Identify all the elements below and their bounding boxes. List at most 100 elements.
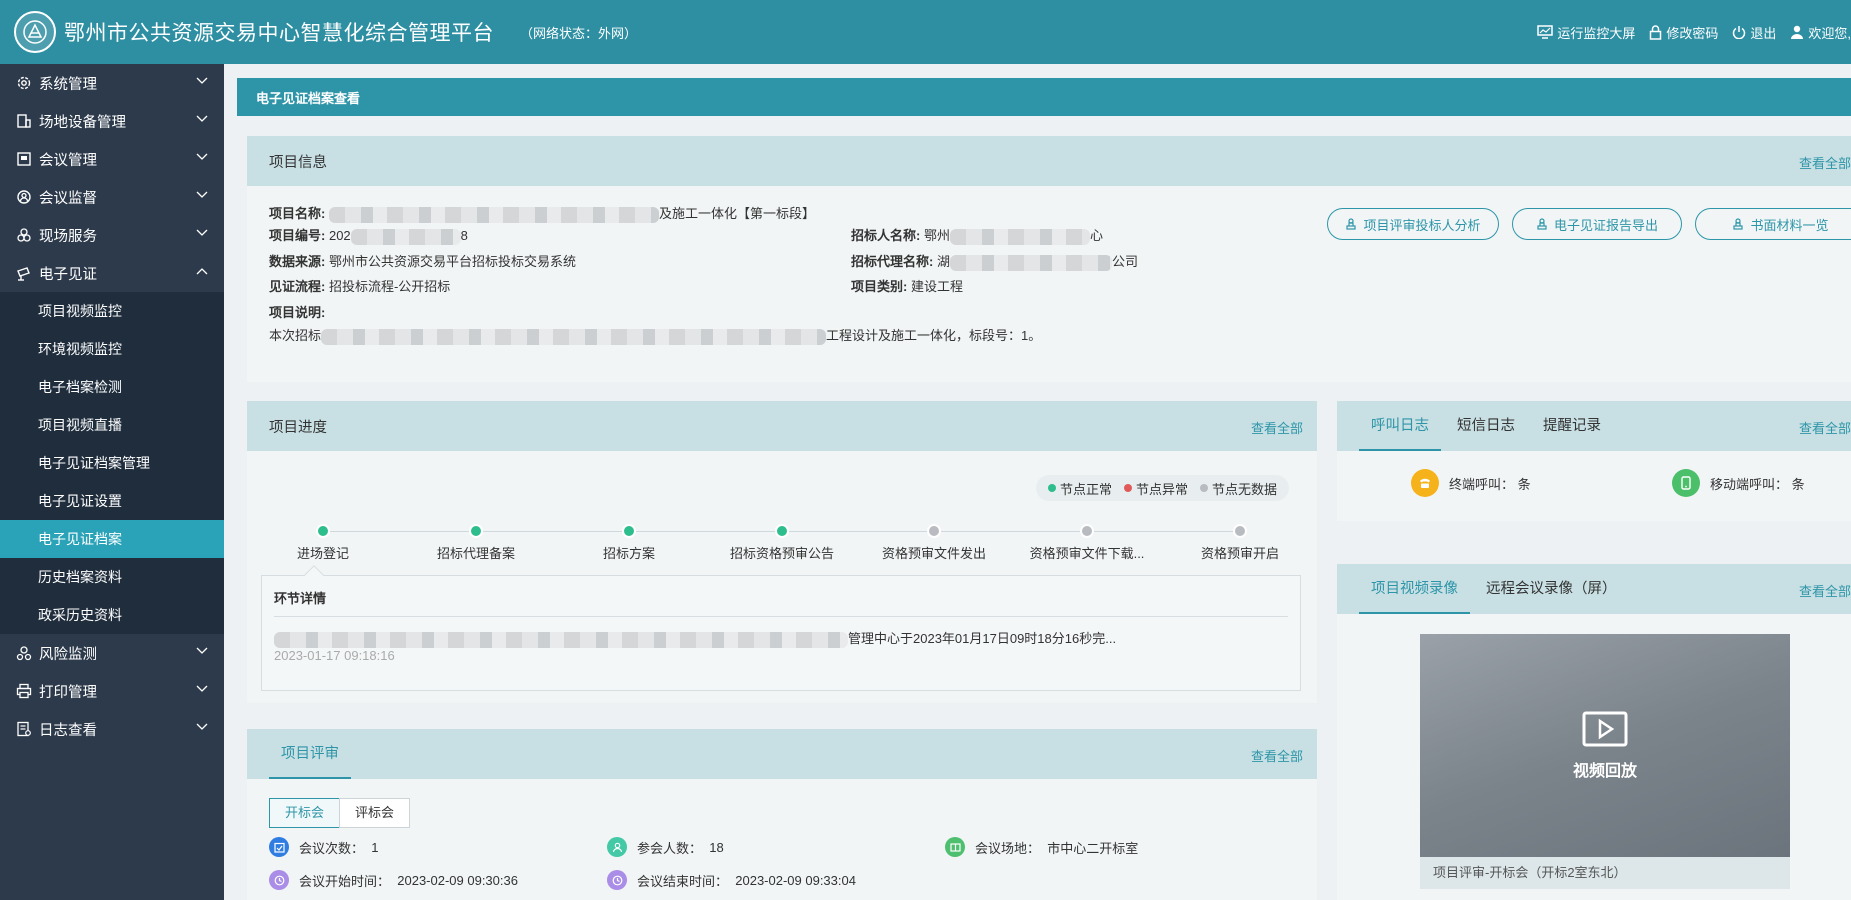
end-time-row: 会议结束时间： 2023-02-09 09:33:04: [607, 870, 856, 890]
logout-button[interactable]: 退出: [1732, 23, 1776, 42]
description-label-row: 项目说明:: [269, 302, 325, 321]
sidebar-item-log-view[interactable]: 日志查看: [0, 710, 224, 748]
tab-call-log[interactable]: 呼叫日志: [1359, 401, 1441, 451]
end-time-label: 会议结束时间：: [637, 873, 729, 889]
sidebar-item-label: 会议管理: [39, 152, 97, 169]
category-row: 项目类别: 建设工程: [851, 276, 963, 295]
progress-step[interactable]: 资格预审文件发出: [859, 524, 1009, 562]
sidebar-item-venue-devices[interactable]: 场地设备管理: [0, 102, 224, 140]
sidebar-item-label: 风险监测: [39, 646, 97, 663]
progress-step[interactable]: 资格预审开启: [1165, 524, 1315, 562]
tab-remote-meeting-video[interactable]: 远程会议录像（屏）: [1486, 564, 1617, 614]
tab-sms-log[interactable]: 短信日志: [1457, 401, 1515, 451]
video-playback-label: 视频回放: [1572, 762, 1637, 780]
opening-meeting-button[interactable]: 开标会: [269, 798, 341, 828]
chevron-down-icon: [196, 115, 208, 122]
seal-icon: [1733, 218, 1744, 230]
description-tail: 工程设计及施工一体化，标段号：1。: [826, 328, 1042, 343]
tab-reminder-log[interactable]: 提醒记录: [1543, 401, 1601, 451]
progress-step[interactable]: 招标方案: [554, 524, 704, 562]
sidebar-item-print-management[interactable]: 打印管理: [0, 672, 224, 710]
sidebar-item-meeting-supervision[interactable]: 会议监督: [0, 178, 224, 216]
chevron-up-icon: [196, 268, 208, 275]
step-detail-text: 管理中心于2023年01月17日09时18分16秒完...: [274, 628, 1116, 648]
welcome-label: 欢迎您,: [1808, 25, 1851, 41]
legend-normal-label: 节点正常: [1059, 481, 1112, 497]
submenu-environment-video-monitor[interactable]: 环境视频监控: [0, 330, 224, 368]
project-progress-card: 项目进度 查看全部 节点正常 节点异常 节点无数据 进场登记 招标代理备案 招标…: [247, 401, 1317, 703]
project-name-label: 项目名称:: [269, 206, 326, 221]
monitor-screen-button[interactable]: 运行监控大屏: [1537, 23, 1635, 42]
start-time-row: 会议开始时间： 2023-02-09 09:30:36: [269, 870, 518, 890]
step-label: 资格预审文件下载...: [1029, 546, 1145, 561]
sidebar-item-system[interactable]: 系统管理: [0, 64, 224, 102]
review-view-all-link[interactable]: 查看全部: [1251, 746, 1303, 765]
printer-icon: [14, 681, 34, 701]
bidder-analysis-button[interactable]: 项目评审投标人分析: [1327, 208, 1499, 240]
logs-header: 呼叫日志 短信日志 提醒记录 查看全部: [1337, 401, 1851, 451]
project-review-card: 项目评审 查看全部 开标会 评标会 会议次数： 1 参会人数： 18 会议场地：…: [247, 729, 1317, 900]
top-header: 鄂州市公共资源交易中心智慧化综合管理平台 （网络状态：外网） 运行监控大屏 修改…: [0, 0, 1851, 64]
video-view-all-link[interactable]: 查看全部: [1799, 581, 1851, 600]
progress-step[interactable]: 招标资格预审公告: [707, 524, 857, 562]
venue-label: 会议场地：: [975, 840, 1041, 856]
power-icon: [1733, 26, 1746, 39]
legend-no-data-label: 节点无数据: [1211, 481, 1277, 497]
project-info-view-all-link[interactable]: 查看全部: [1799, 153, 1851, 172]
change-password-button[interactable]: 修改密码: [1649, 23, 1718, 42]
supervise-icon: [14, 187, 34, 207]
chevron-down-icon: [196, 153, 208, 160]
written-materials-button[interactable]: 书面材料一览: [1695, 208, 1851, 240]
description-value: 本次招标: [269, 328, 322, 343]
submenu-e-archive-detect[interactable]: 电子档案检测: [0, 368, 224, 406]
submenu-project-live[interactable]: 项目视频直播: [0, 406, 224, 444]
people-icon: [607, 837, 627, 857]
submenu-e-witness-archive[interactable]: 电子见证档案: [0, 520, 224, 558]
tab-project-review[interactable]: 项目评审: [269, 729, 351, 779]
video-playback-player[interactable]: 视频回放: [1420, 634, 1790, 857]
meeting-count-label: 会议次数：: [299, 840, 365, 856]
submenu-project-video-monitor[interactable]: 项目视频监控: [0, 292, 224, 330]
progress-step[interactable]: 进场登记: [248, 524, 398, 562]
sidebar-item-e-witness[interactable]: 电子见证: [0, 254, 224, 292]
tenderer-value: 鄂州: [923, 228, 950, 243]
progress-step[interactable]: 招标代理备案: [401, 524, 551, 562]
seal-icon: [1346, 218, 1357, 230]
seal-icon: [1537, 218, 1547, 230]
user-icon: [1791, 25, 1804, 39]
progress-header: 项目进度 查看全部: [247, 401, 1317, 451]
evaluation-meeting-button[interactable]: 评标会: [339, 798, 411, 828]
sidebar-item-onsite-service[interactable]: 现场服务: [0, 216, 224, 254]
submenu-archive-management[interactable]: 电子见证档案管理: [0, 444, 224, 482]
logs-card: 呼叫日志 短信日志 提醒记录 查看全部 终端呼叫： 条 移动端呼叫： 条: [1337, 401, 1851, 521]
header-actions: 运行监控大屏 修改密码 退出 欢迎您,: [1537, 0, 1851, 64]
chevron-down-icon: [196, 685, 208, 692]
sidebar-item-label: 打印管理: [39, 684, 97, 701]
venue-value: 市中心二开标室: [1047, 840, 1139, 856]
calendar-icon: [269, 837, 289, 857]
sidebar-item-risk-monitor[interactable]: 风险监测: [0, 634, 224, 672]
submenu-procurement-history[interactable]: 政采历史资料: [0, 596, 224, 634]
progress-view-all-link[interactable]: 查看全部: [1251, 418, 1303, 437]
chevron-down-icon: [196, 647, 208, 654]
submenu-e-witness-settings[interactable]: 电子见证设置: [0, 482, 224, 520]
meeting-switch: 开标会 评标会: [269, 798, 411, 828]
project-code-row: 项目编号: 202 8: [269, 225, 468, 245]
tenderer-label: 招标人名称:: [851, 228, 921, 243]
progress-step[interactable]: 资格预审文件下载...: [1012, 524, 1162, 562]
witness-report-export-button[interactable]: 电子见证报告导出: [1512, 208, 1682, 240]
sidebar-item-meeting-management[interactable]: 会议管理: [0, 140, 224, 178]
tenderer-row: 招标人名称: 鄂州 心: [851, 225, 1103, 245]
tab-project-video[interactable]: 项目视频录像: [1359, 564, 1470, 614]
mobile-call-row: 移动端呼叫： 条: [1672, 469, 1805, 497]
panel-notch: [304, 565, 324, 585]
main-content: 电子见证档案查看 项目信息 查看全部 项目名称: 及施工一体化【第一标段】 项目…: [224, 64, 1851, 900]
logs-view-all-link[interactable]: 查看全部: [1799, 418, 1851, 437]
witness-flow-label: 见证流程:: [269, 279, 326, 294]
user-welcome[interactable]: 欢迎您,: [1790, 23, 1851, 42]
chevron-down-icon: [196, 77, 208, 84]
chevron-down-icon: [196, 229, 208, 236]
submenu-history-archive[interactable]: 历史档案资料: [0, 558, 224, 596]
sidebar-item-label: 场地设备管理: [39, 114, 126, 131]
log-icon: [14, 719, 34, 739]
